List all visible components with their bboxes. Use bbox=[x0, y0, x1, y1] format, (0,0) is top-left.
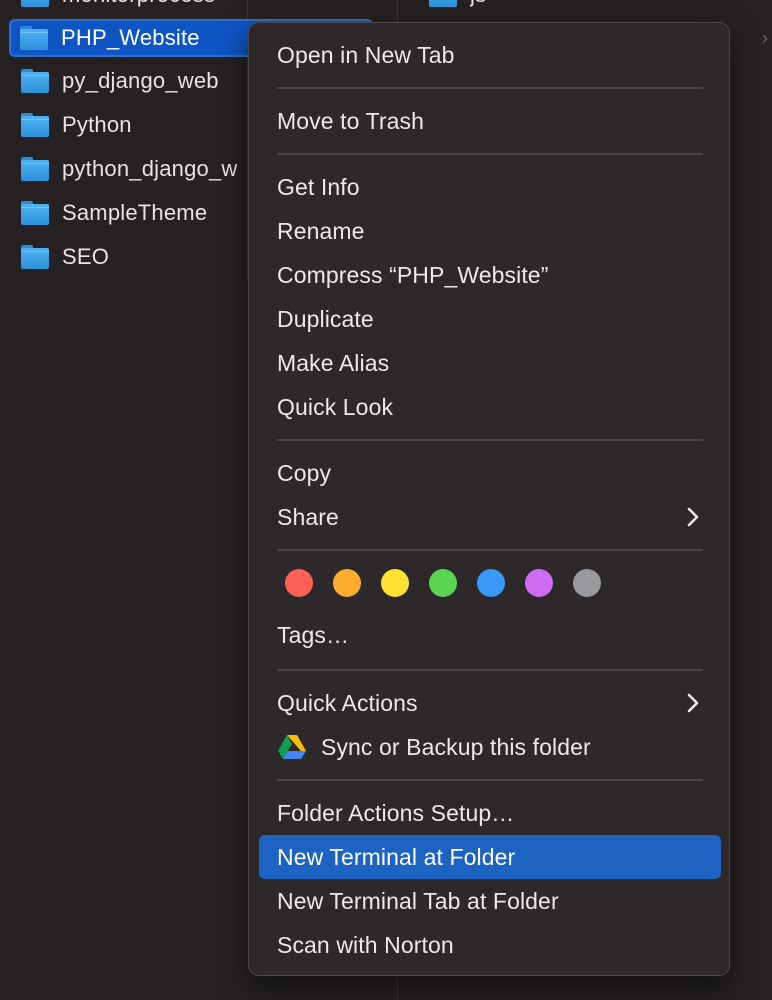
right-column-item-partial[interactable]: js bbox=[420, 0, 760, 12]
menu-item-label: Compress “PHP_Website” bbox=[277, 261, 549, 288]
folder-icon bbox=[20, 245, 50, 269]
folder-name: SEO bbox=[62, 244, 110, 269]
menu-item-quick-look[interactable]: Quick Look bbox=[259, 385, 721, 429]
menu-item-copy[interactable]: Copy bbox=[259, 451, 721, 495]
folder-icon bbox=[20, 157, 50, 181]
menu-item-tags[interactable]: Tags… bbox=[259, 613, 721, 657]
tag-gray-dot[interactable] bbox=[573, 569, 601, 597]
folder-name: js bbox=[470, 0, 486, 8]
tag-orange-dot[interactable] bbox=[333, 569, 361, 597]
folder-icon bbox=[428, 0, 458, 7]
folder-icon bbox=[19, 26, 49, 50]
menu-item-get-info[interactable]: Get Info bbox=[259, 165, 721, 209]
menu-item-label: Tags… bbox=[277, 621, 350, 648]
menu-item-duplicate[interactable]: Duplicate bbox=[259, 297, 721, 341]
menu-item-move-to-trash[interactable]: Move to Trash bbox=[259, 99, 721, 143]
chevron-right-icon: › bbox=[762, 28, 768, 48]
menu-item-label: Folder Actions Setup… bbox=[277, 799, 515, 826]
context-menu: Open in New Tab Move to Trash Get Info R… bbox=[248, 22, 730, 976]
folder-name: py_django_web bbox=[62, 68, 219, 93]
menu-item-label: Make Alias bbox=[277, 349, 390, 376]
menu-item-label: Sync or Backup this folder bbox=[321, 733, 591, 760]
tag-green-dot[interactable] bbox=[429, 569, 457, 597]
menu-item-quick-actions[interactable]: Quick Actions bbox=[259, 681, 721, 725]
menu-item-label: New Terminal Tab at Folder bbox=[277, 887, 559, 914]
menu-item-label: Rename bbox=[277, 217, 365, 244]
folder-icon bbox=[20, 113, 50, 137]
menu-item-rename[interactable]: Rename bbox=[259, 209, 721, 253]
menu-item-label: New Terminal at Folder bbox=[277, 843, 516, 870]
menu-item-sync-backup[interactable]: Sync or Backup this folder bbox=[259, 725, 721, 769]
folder-name: SampleTheme bbox=[62, 200, 208, 225]
tag-red-dot[interactable] bbox=[285, 569, 313, 597]
list-item[interactable]: python_django_w bbox=[12, 152, 248, 186]
tag-color-row bbox=[285, 569, 601, 599]
menu-item-make-alias[interactable]: Make Alias bbox=[259, 341, 721, 385]
menu-item-new-terminal[interactable]: New Terminal at Folder bbox=[259, 835, 721, 879]
tag-purple-dot[interactable] bbox=[525, 569, 553, 597]
chevron-right-icon bbox=[683, 689, 703, 717]
list-item-partial[interactable]: monitorprocess bbox=[12, 0, 372, 12]
menu-separator bbox=[277, 779, 703, 781]
folder-name: monitorprocess bbox=[62, 0, 215, 8]
menu-item-label: Share bbox=[277, 503, 339, 530]
chevron-right-icon bbox=[683, 503, 703, 531]
folder-icon bbox=[20, 69, 50, 93]
folder-name: Python bbox=[62, 112, 132, 137]
menu-item-label: Move to Trash bbox=[277, 107, 425, 134]
menu-item-label: Duplicate bbox=[277, 305, 374, 332]
menu-item-new-terminal-tab[interactable]: New Terminal Tab at Folder bbox=[259, 879, 721, 923]
menu-separator bbox=[277, 549, 703, 551]
folder-icon bbox=[20, 0, 50, 7]
menu-item-label: Copy bbox=[277, 459, 332, 486]
menu-separator bbox=[277, 439, 703, 441]
menu-item-open-new-tab[interactable]: Open in New Tab bbox=[259, 33, 721, 77]
menu-item-label: Get Info bbox=[277, 173, 360, 200]
tag-yellow-dot[interactable] bbox=[381, 569, 409, 597]
menu-item-share[interactable]: Share bbox=[259, 495, 721, 539]
menu-item-label: Quick Look bbox=[277, 393, 394, 420]
menu-separator bbox=[277, 153, 703, 155]
folder-icon bbox=[20, 201, 50, 225]
menu-item-label: Quick Actions bbox=[277, 689, 418, 716]
folder-name: python_django_w bbox=[62, 156, 238, 181]
google-drive-icon bbox=[277, 734, 307, 760]
menu-separator bbox=[277, 669, 703, 671]
menu-separator bbox=[277, 87, 703, 89]
menu-item-folder-actions-setup[interactable]: Folder Actions Setup… bbox=[259, 791, 721, 835]
menu-item-compress[interactable]: Compress “PHP_Website” bbox=[259, 253, 721, 297]
folder-name: PHP_Website bbox=[61, 25, 200, 50]
tag-blue-dot[interactable] bbox=[477, 569, 505, 597]
menu-item-label: Scan with Norton bbox=[277, 931, 454, 958]
menu-item-label: Open in New Tab bbox=[277, 41, 455, 68]
menu-item-scan-norton[interactable]: Scan with Norton bbox=[259, 923, 721, 967]
